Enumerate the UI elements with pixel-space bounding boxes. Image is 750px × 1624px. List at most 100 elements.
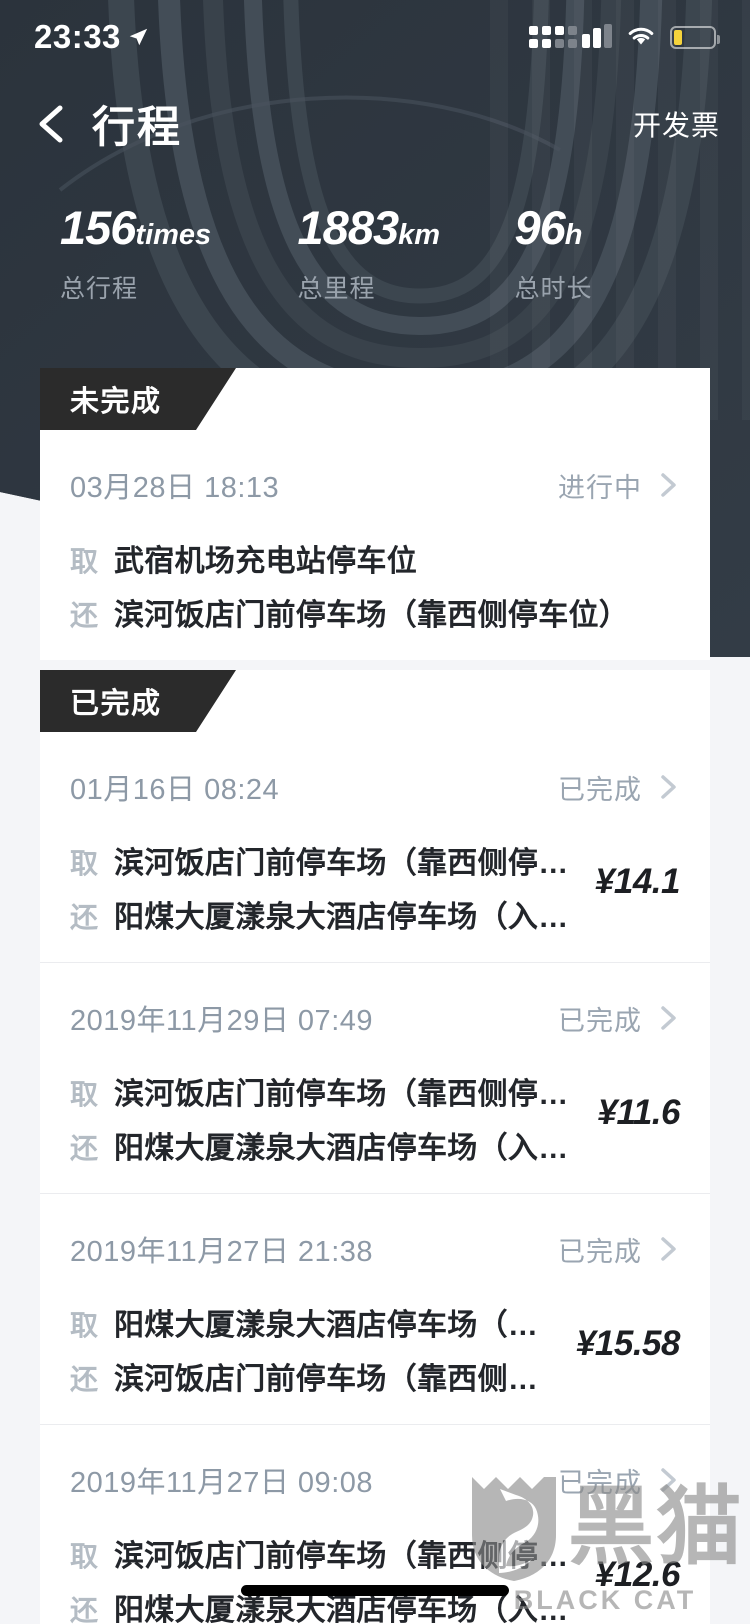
trip-return-line: 还 阳煤大厦漾泉大酒店停车场（入口正… bbox=[70, 1123, 588, 1167]
section-tab-incomplete: 未完成 bbox=[40, 368, 236, 430]
trip-header: 03月28日 18:13 进行中 bbox=[70, 464, 680, 506]
return-location: 阳煤大厦漾泉大酒店停车场（入口正… bbox=[114, 901, 585, 934]
trip-date: 2019年11月27日 09:08 bbox=[70, 1467, 374, 1499]
trip-pickup-line: 取 阳煤大厦漾泉大酒店停车场（入口… bbox=[70, 1300, 566, 1344]
status-bar: 23:33 bbox=[0, 0, 750, 74]
status-bar-time-group: 23:33 bbox=[34, 18, 149, 56]
chevron-right-icon[interactable] bbox=[658, 472, 680, 498]
table-row[interactable]: 2019年11月29日 07:49 已完成 取 滨河饭店门前停车场（靠西侧停车位… bbox=[40, 962, 710, 1193]
return-marker: 还 bbox=[70, 1595, 99, 1624]
battery-low-power-icon bbox=[670, 25, 720, 49]
status-badge: 已完成 bbox=[558, 1236, 642, 1267]
trip-body: 取 阳煤大厦漾泉大酒店停车场（入口… 还 滨河饭店门前停车场（靠西侧停车… ¥1… bbox=[70, 1290, 681, 1398]
table-row[interactable]: 2019年11月27日 21:38 已完成 取 阳煤大厦漾泉大酒店停车场（入口…… bbox=[40, 1193, 710, 1424]
trip-pickup-line: 取 滨河饭店门前停车场（靠西侧停车位） bbox=[70, 1069, 588, 1113]
pickup-marker: 取 bbox=[70, 1310, 99, 1341]
status-badge: 已完成 bbox=[558, 1005, 642, 1036]
stat-label: 总里程 bbox=[297, 275, 376, 303]
section-card-completed: 已完成 01月16日 08:24 已完成 取 滨河饭店门前停车场（靠西侧停车位）… bbox=[40, 670, 710, 1624]
return-marker: 还 bbox=[70, 902, 99, 933]
status-bar-indicators bbox=[529, 24, 720, 49]
wifi-icon bbox=[628, 27, 654, 45]
trip-header: 2019年11月27日 21:38 已完成 bbox=[70, 1228, 680, 1270]
pickup-marker: 取 bbox=[70, 546, 99, 577]
trip-price: ¥14.1 bbox=[594, 862, 681, 901]
chevron-right-icon[interactable] bbox=[658, 1236, 680, 1262]
status-badge: 进行中 bbox=[558, 472, 642, 503]
stat-value: 96 bbox=[514, 201, 565, 254]
trip-return-line: 还 滨河饭店门前停车场（靠西侧停车位） bbox=[70, 590, 670, 634]
stat-unit: times bbox=[135, 219, 212, 251]
trip-header: 01月16日 08:24 已完成 bbox=[70, 766, 680, 808]
trip-return-line: 还 滨河饭店门前停车场（靠西侧停车… bbox=[70, 1354, 566, 1398]
location-arrow-icon bbox=[129, 28, 148, 46]
stat-value-group: 96h bbox=[514, 200, 690, 255]
stat-value: 1883 bbox=[297, 201, 400, 254]
trip-date: 01月16日 08:24 bbox=[70, 774, 280, 806]
trip-locations: 取 阳煤大厦漾泉大酒店停车场（入口… 还 滨河饭店门前停车场（靠西侧停车… bbox=[70, 1290, 566, 1398]
trip-date: 03月28日 18:13 bbox=[70, 472, 280, 504]
stat-unit: h bbox=[564, 219, 583, 251]
trip-price: ¥12.6 bbox=[594, 1555, 681, 1594]
return-location: 滨河饭店门前停车场（靠西侧停车… bbox=[114, 1363, 566, 1396]
table-row[interactable]: 03月28日 18:13 进行中 取 武宿机场充电站停车位 还 滨河饭店门前停车… bbox=[40, 430, 710, 660]
trip-locations: 取 滨河饭店门前停车场（靠西侧停车位） 还 阳煤大厦漾泉大酒店停车场（入口正… bbox=[70, 828, 585, 936]
chevron-right-icon[interactable] bbox=[658, 774, 680, 800]
trip-body: 取 滨河饭店门前停车场（靠西侧停车位） 还 阳煤大厦漾泉大酒店停车场（入口正… … bbox=[70, 1059, 680, 1167]
chevron-right-icon[interactable] bbox=[658, 1005, 680, 1031]
trip-price: ¥11.6 bbox=[597, 1093, 681, 1132]
trip-locations: 取 滨河饭店门前停车场（靠西侧停车位） 还 阳煤大厦漾泉大酒店停车场（入口正… bbox=[70, 1521, 585, 1624]
invoice-button[interactable]: 开发票 bbox=[633, 104, 720, 144]
return-location: 阳煤大厦漾泉大酒店停车场（入口正… bbox=[114, 1132, 588, 1165]
pickup-marker: 取 bbox=[70, 1079, 99, 1110]
return-marker: 还 bbox=[70, 1364, 99, 1395]
section-card-incomplete: 未完成 03月28日 18:13 进行中 取 武宿机场充电站停车位 还 滨河饭店… bbox=[40, 368, 710, 660]
trip-header: 2019年11月29日 07:49 已完成 bbox=[70, 997, 680, 1039]
back-chevron-icon[interactable] bbox=[30, 101, 76, 147]
trip-return-line: 还 阳煤大厦漾泉大酒店停车场（入口正… bbox=[70, 892, 585, 936]
navigation-bar: 行程 开发票 bbox=[0, 82, 750, 166]
stat-total-distance: 1883km 总里程 bbox=[298, 200, 515, 305]
stat-total-duration: 96h 总时长 bbox=[514, 200, 690, 305]
pickup-marker: 取 bbox=[70, 848, 99, 879]
page-title: 行程 bbox=[92, 104, 182, 152]
trip-date: 2019年11月27日 21:38 bbox=[70, 1236, 374, 1268]
pickup-marker: 取 bbox=[70, 1541, 99, 1572]
section-tab-completed: 已完成 bbox=[40, 670, 236, 732]
trip-pickup-line: 取 武宿机场充电站停车位 bbox=[70, 536, 670, 580]
trip-locations: 取 滨河饭店门前停车场（靠西侧停车位） 还 阳煤大厦漾泉大酒店停车场（入口正… bbox=[70, 1059, 588, 1167]
trip-stats: 156times 总行程 1883km 总里程 96h 总时长 bbox=[0, 200, 750, 305]
stat-value: 156 bbox=[60, 201, 136, 254]
pickup-location: 滨河饭店门前停车场（靠西侧停车位） bbox=[114, 847, 585, 880]
trip-body: 取 滨河饭店门前停车场（靠西侧停车位） 还 阳煤大厦漾泉大酒店停车场（入口正… … bbox=[70, 828, 681, 936]
stat-unit: km bbox=[398, 219, 441, 251]
pickup-location: 阳煤大厦漾泉大酒店停车场（入口… bbox=[114, 1309, 566, 1342]
pickup-location: 武宿机场充电站停车位 bbox=[114, 545, 417, 578]
status-badge: 已完成 bbox=[558, 1467, 642, 1498]
pickup-location: 滨河饭店门前停车场（靠西侧停车位） bbox=[114, 1078, 588, 1111]
return-marker: 还 bbox=[70, 600, 99, 631]
trip-pickup-line: 取 滨河饭店门前停车场（靠西侧停车位） bbox=[70, 1531, 585, 1575]
stat-label: 总行程 bbox=[60, 275, 139, 303]
trip-body: 取 滨河饭店门前停车场（靠西侧停车位） 还 阳煤大厦漾泉大酒店停车场（入口正… … bbox=[70, 1521, 681, 1624]
clock-label: 23:33 bbox=[34, 18, 121, 55]
pickup-location: 滨河饭店门前停车场（靠西侧停车位） bbox=[114, 1540, 585, 1573]
trip-locations: 取 武宿机场充电站停车位 还 滨河饭店门前停车场（靠西侧停车位） bbox=[70, 526, 670, 634]
table-row[interactable]: 01月16日 08:24 已完成 取 滨河饭店门前停车场（靠西侧停车位） 还 阳… bbox=[40, 732, 710, 962]
stat-value-group: 1883km bbox=[298, 200, 515, 255]
stat-value-group: 156times bbox=[60, 200, 298, 255]
trip-body: 取 武宿机场充电站停车位 还 滨河饭店门前停车场（靠西侧停车位） bbox=[70, 526, 680, 634]
trip-price: ¥15.58 bbox=[575, 1324, 681, 1363]
status-badge: 已完成 bbox=[558, 774, 642, 805]
chevron-right-icon[interactable] bbox=[658, 1467, 680, 1493]
home-indicator bbox=[241, 1585, 509, 1596]
stat-label: 总时长 bbox=[514, 275, 593, 303]
section-tab-label: 已完成 bbox=[70, 688, 162, 720]
cellular-signal-icon bbox=[529, 24, 612, 48]
stat-total-trips: 156times 总行程 bbox=[60, 200, 298, 305]
trip-pickup-line: 取 滨河饭店门前停车场（靠西侧停车位） bbox=[70, 838, 585, 882]
section-tab-label: 未完成 bbox=[70, 386, 162, 418]
return-marker: 还 bbox=[70, 1133, 99, 1164]
trip-date: 2019年11月29日 07:49 bbox=[70, 1005, 374, 1037]
return-location: 滨河饭店门前停车场（靠西侧停车位） bbox=[114, 599, 630, 632]
